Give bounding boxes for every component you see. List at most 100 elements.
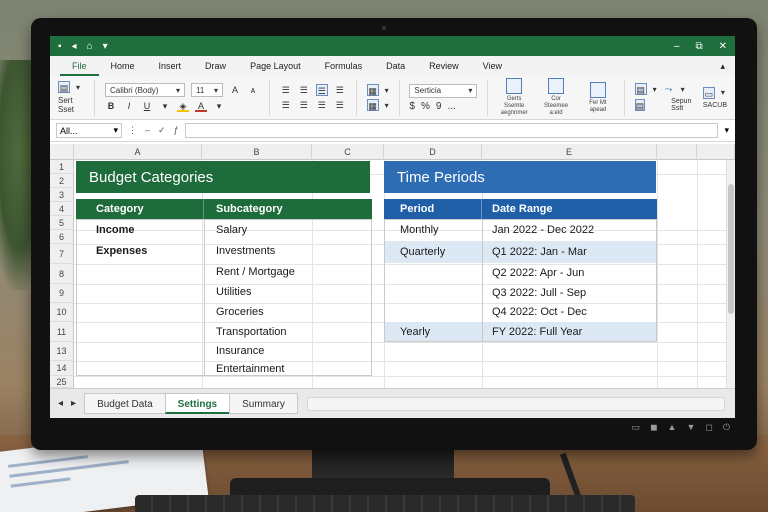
tab-formulas[interactable]: Formulas [313,56,375,76]
tab-file[interactable]: File [60,56,99,76]
tab-draw[interactable]: Draw [193,56,238,76]
align-left-icon[interactable]: ☰ [280,99,292,111]
period-quarterly[interactable]: Quarterly [400,241,445,263]
table-icon[interactable]: ▦ [366,99,379,111]
period-monthly[interactable]: Monthly [400,220,439,240]
align-bottom-icon[interactable]: ☰ [315,84,328,96]
font-size-select[interactable]: 11 ▾ [191,83,224,97]
format-icon[interactable]: ▦ [366,84,379,96]
delete-cells-icon[interactable]: ▤ [634,99,646,111]
category-expenses[interactable]: Expenses [96,240,147,262]
range-fy[interactable]: FY 2022: Full Year [492,322,582,342]
conditional-formatting-button[interactable]: Gerts Ssemte aegnnmer [498,78,530,117]
format-table-button[interactable]: Cor Steemee a:eld [540,78,572,117]
wrap-text-icon[interactable]: ☰ [334,84,346,96]
row-header[interactable]: 11 [50,322,74,342]
row-header[interactable]: 6 [50,230,74,244]
subcategory-transportation[interactable]: Transportation [216,322,287,342]
chevron-down-icon[interactable]: ▾ [721,88,725,97]
paste-icon[interactable]: ▤ [58,81,70,93]
subcategory-groceries[interactable]: Groceries [216,302,264,322]
monitor-button-icon[interactable]: ▼ [686,422,695,433]
range-q1[interactable]: Q1 2022: Jan - Mar [492,241,587,263]
merge-icon[interactable]: ☰ [334,99,346,111]
column-header-a[interactable]: A [74,144,202,160]
undo-icon[interactable]: ◂ [72,41,77,52]
expand-formula-icon[interactable]: ▾ [724,125,729,136]
row-header[interactable]: 7 [50,244,74,264]
column-header-g[interactable] [697,144,735,160]
bold-icon[interactable]: B [105,100,117,112]
chevron-down-icon[interactable]: ▾ [385,101,389,110]
sheet-tab-settings[interactable]: Settings [164,393,231,414]
row-header[interactable]: 4 [50,202,74,216]
vertical-scroll-thumb[interactable] [728,184,734,314]
sheet-tab-budget-data[interactable]: Budget Data [84,393,166,414]
row-header[interactable]: 13 [50,342,74,361]
align-right-icon[interactable]: ☰ [316,99,328,111]
monitor-button-icon[interactable]: ◼ [650,422,657,433]
fx-icon[interactable]: ƒ [174,125,179,136]
minimize-button[interactable]: – [674,41,680,52]
name-box[interactable]: All... ▾ [56,123,122,138]
subcategory-entertainment[interactable]: Entertainment [216,360,284,378]
power-icon[interactable]: ⏻ [723,422,730,433]
tab-view[interactable]: View [471,56,514,76]
column-header-b[interactable]: B [202,144,312,160]
next-sheet-icon[interactable]: ▸ [71,398,76,409]
customize-dropdown-icon[interactable]: ▾ [103,41,108,52]
chevron-down-icon[interactable]: ▾ [653,85,657,94]
tab-home[interactable]: Home [99,56,147,76]
subcategory-salary[interactable]: Salary [216,220,247,239]
range-monthly[interactable]: Jan 2022 - Dec 2022 [492,220,594,240]
align-middle-icon[interactable]: ☰ [298,84,310,96]
column-header-e[interactable]: E [482,144,657,160]
range-q4[interactable]: Q4 2022: Oct - Dec [492,302,587,322]
column-header-f[interactable] [657,144,697,160]
formula-input[interactable] [184,123,719,138]
tab-review[interactable]: Review [417,56,471,76]
number-format-select[interactable]: Serticia ▾ [409,83,478,98]
monitor-button-icon[interactable]: ▲ [668,422,677,433]
row-header[interactable]: 5 [50,216,74,230]
paste-dropdown-icon[interactable]: ▾ [76,83,80,92]
borders-icon[interactable]: ▾ [159,100,171,112]
enter-icon[interactable]: ✓ [158,125,166,136]
underline-icon[interactable]: U [141,100,153,112]
subcategory-insurance[interactable]: Insurance [216,341,264,360]
monitor-button-icon[interactable]: ◻ [705,422,712,433]
category-income[interactable]: Income [96,220,135,239]
row-header[interactable]: 2 [50,174,74,188]
insert-cells-icon[interactable]: ▤ [634,83,647,95]
row-header[interactable]: 25 [50,376,74,388]
collapse-ribbon-icon[interactable]: ▴ [720,61,725,72]
previous-sheet-icon[interactable]: ◂ [58,398,63,409]
decrease-font-icon[interactable]: ᴀ [247,84,259,96]
font-name-select[interactable]: Calibri (Body) ▾ [105,83,186,97]
increase-font-icon[interactable]: A [229,84,241,96]
align-center-icon[interactable]: ☰ [298,99,310,111]
close-button[interactable]: ✕ [719,41,727,52]
row-header[interactable]: 14 [50,361,74,376]
more-font-icon[interactable]: ▾ [213,100,225,112]
column-header-d[interactable]: D [384,144,482,160]
tab-insert[interactable]: Insert [147,56,194,76]
percent-icon[interactable]: % [421,101,430,112]
horizontal-scrollbar[interactable] [306,396,725,411]
currency-icon[interactable]: $ [409,101,415,112]
cell-styles-button[interactable]: Fer Mt apead [582,81,614,114]
align-top-icon[interactable]: ☰ [280,84,292,96]
fill-color-icon[interactable]: ◈ [177,100,190,112]
subcategory-utilities[interactable]: Utilities [216,282,251,302]
row-header[interactable]: 9 [50,284,74,303]
cancel-icon[interactable]: – [145,125,150,136]
period-yearly[interactable]: Yearly [400,322,430,342]
font-color-icon[interactable]: A [195,100,208,112]
monitor-button-icon[interactable]: ▭ [632,422,641,433]
decimal-icon[interactable]: ... [447,101,455,112]
home-icon[interactable]: ⌂ [87,41,93,52]
restore-button[interactable]: ⧉ [695,41,702,52]
analyze-icon[interactable]: ⤳ [663,83,675,95]
range-q2[interactable]: Q2 2022: Apr - Jun [492,263,584,283]
chevron-down-icon[interactable]: ▾ [385,86,389,95]
